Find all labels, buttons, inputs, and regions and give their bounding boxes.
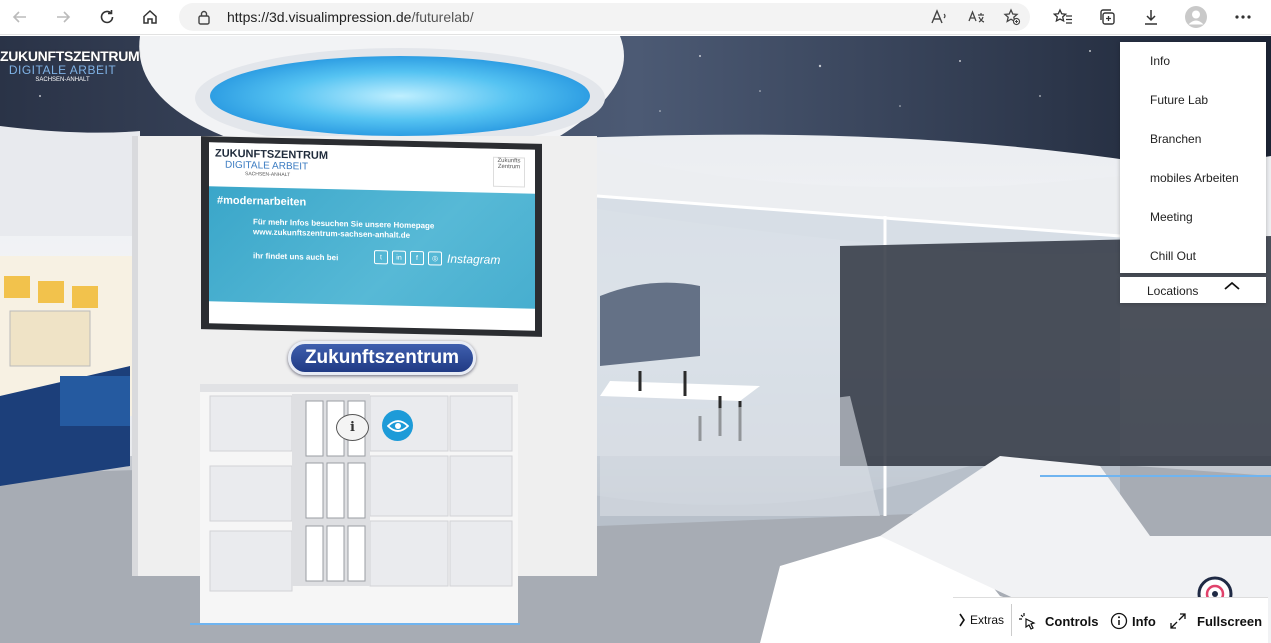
view-hotspot[interactable] — [382, 410, 413, 441]
refresh-icon — [100, 10, 114, 24]
read-aloud-icon[interactable] — [930, 9, 948, 25]
wall-screen-header: ZUKUNFTSZENTRUM DIGITALE ARBEIT SACHSEN-… — [209, 142, 535, 194]
avatar-icon — [1185, 6, 1207, 28]
collections-icon — [1100, 9, 1115, 25]
download-icon — [1145, 10, 1157, 25]
collections-button[interactable] — [1092, 2, 1122, 32]
favorites-star-icon — [1053, 8, 1072, 24]
info-hotspot[interactable]: i — [336, 414, 369, 441]
fullscreen-label: Fullscreen — [1197, 613, 1263, 629]
wall-screen-banner: #modernarbeiten Für mehr Infos besuchen … — [209, 186, 535, 309]
url-text[interactable]: https://3d.visualimpression.de/futurelab… — [227, 9, 474, 25]
wall-screen: ZUKUNFTSZENTRUM DIGITALE ARBEIT SACHSEN-… — [201, 136, 542, 337]
extras-label: Extras — [970, 613, 1005, 627]
screen-badge-logo: Zukunfts Zentrum — [493, 156, 525, 188]
location-item-future-lab[interactable]: Future Lab — [1150, 93, 1208, 107]
more-dots-icon — [1235, 15, 1251, 19]
instagram-icon: ◎ — [428, 251, 442, 266]
eye-icon — [386, 419, 409, 432]
brand-line-1: ZUKUNFTSZENTRUM — [0, 48, 140, 64]
screen-logo-line-3: SACHSEN-ANHALT — [245, 171, 291, 179]
arrow-right-icon — [57, 11, 71, 23]
locations-label: Locations — [1147, 284, 1199, 298]
settings-more-button[interactable] — [1228, 2, 1258, 32]
fullscreen-button[interactable]: Fullscreen — [1169, 612, 1262, 630]
screen-hashtag: #modernarbeiten — [217, 194, 307, 209]
location-item-mobiles-arbeiten[interactable]: mobiles Arbeiten — [1150, 171, 1239, 185]
browser-toolbar: https://3d.visualimpression.de/futurelab… — [0, 0, 1271, 35]
downloads-button[interactable] — [1136, 2, 1166, 32]
locations-menu: Info Future Lab Branchen mobiles Arbeite… — [1120, 42, 1266, 273]
chevron-up-icon — [1224, 281, 1240, 290]
home-icon — [143, 9, 157, 24]
screen-social-icons: t in f ◎ — [374, 250, 442, 266]
virtual-showroom-viewport[interactable]: ZUKUNFTSZENTRUM DIGITALE ARBEIT SACHSEN-… — [0, 36, 1271, 643]
location-item-branchen[interactable]: Branchen — [1150, 132, 1201, 146]
wall-screen-content: ZUKUNFTSZENTRUM DIGITALE ARBEIT SACHSEN-… — [209, 142, 535, 331]
favorites-button[interactable] — [1048, 2, 1078, 32]
screen-social-text: ihr findet uns auch bei — [253, 251, 339, 263]
brand-logo: ZUKUNFTSZENTRUM DIGITALE ARBEIT SACHSEN-… — [0, 48, 140, 84]
controls-label: Controls — [1045, 613, 1099, 629]
brand-line-2: DIGITALE ARBEIT — [8, 63, 117, 77]
reload-button[interactable] — [92, 2, 122, 32]
lock-icon — [198, 10, 210, 25]
locations-toggle[interactable]: Locations — [1120, 277, 1266, 303]
add-favorite-icon[interactable] — [1003, 8, 1021, 26]
wall-sign: Zukunftszentrum — [288, 341, 476, 375]
viewer-toolbar: Extras Controls Info Fullscreen — [953, 597, 1268, 643]
info-button[interactable]: Info — [1110, 612, 1156, 630]
cursor-click-icon — [1019, 613, 1036, 630]
url-path: /futurelab/ — [411, 9, 474, 25]
twitter-icon: t — [374, 250, 388, 265]
location-item-meeting[interactable]: Meeting — [1150, 210, 1193, 224]
facebook-icon: f — [410, 250, 424, 266]
profile-button[interactable] — [1181, 2, 1211, 32]
extras-button[interactable]: Extras — [958, 612, 1004, 628]
linkedin-icon: in — [392, 250, 406, 265]
screen-instagram-label: Instagram — [447, 251, 501, 267]
address-bar[interactable]: https://3d.visualimpression.de/futurelab… — [179, 3, 1030, 31]
brand-line-3: SACHSEN-ANHALT — [35, 77, 90, 83]
chevron-right-icon — [959, 613, 965, 627]
location-item-info[interactable]: Info — [1150, 54, 1170, 68]
arrow-left-icon — [12, 11, 26, 23]
translate-icon[interactable] — [967, 9, 985, 25]
toolbar-divider — [1011, 604, 1012, 636]
info-circle-icon — [1110, 612, 1128, 630]
location-item-chill-out[interactable]: Chill Out — [1150, 249, 1196, 263]
info-label: Info — [1132, 613, 1156, 629]
url-host: https://3d.visualimpression.de — [227, 9, 412, 25]
back-button[interactable] — [5, 2, 35, 32]
expand-icon — [1170, 613, 1186, 629]
forward-button[interactable] — [48, 2, 78, 32]
scene-background — [0, 36, 1271, 643]
controls-button[interactable]: Controls — [1017, 612, 1098, 630]
home-button[interactable] — [135, 2, 165, 32]
